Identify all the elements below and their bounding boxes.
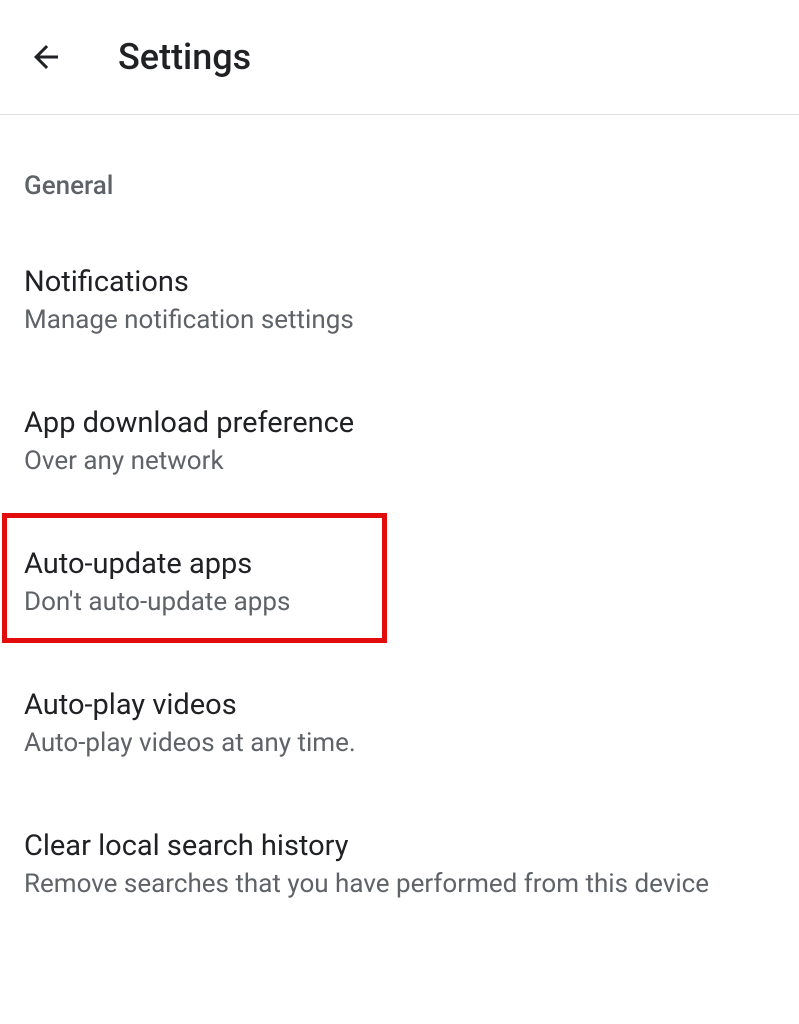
setting-subtitle: Manage notification settings [24, 303, 775, 338]
setting-subtitle: Auto-play videos at any time. [24, 726, 775, 761]
back-button[interactable] [24, 35, 68, 79]
setting-subtitle: Remove searches that you have performed … [24, 867, 775, 902]
setting-title: Auto-update apps [24, 547, 775, 581]
setting-title: Auto-play videos [24, 688, 775, 722]
settings-content: General Notifications Manage notificatio… [0, 115, 799, 936]
back-arrow-icon [28, 39, 64, 75]
app-header: Settings [0, 0, 799, 115]
section-header-general: General [0, 115, 799, 231]
setting-subtitle: Over any network [24, 444, 775, 479]
setting-auto-update-apps[interactable]: Auto-update apps Don't auto-update apps [0, 513, 799, 654]
setting-app-download-preference[interactable]: App download preference Over any network [0, 372, 799, 513]
setting-clear-local-search-history[interactable]: Clear local search history Remove search… [0, 795, 799, 936]
setting-auto-play-videos[interactable]: Auto-play videos Auto-play videos at any… [0, 654, 799, 795]
setting-title: Notifications [24, 265, 775, 299]
setting-title: App download preference [24, 406, 775, 440]
page-title: Settings [118, 36, 251, 78]
setting-title: Clear local search history [24, 829, 775, 863]
setting-subtitle: Don't auto-update apps [24, 585, 775, 620]
setting-notifications[interactable]: Notifications Manage notification settin… [0, 231, 799, 372]
